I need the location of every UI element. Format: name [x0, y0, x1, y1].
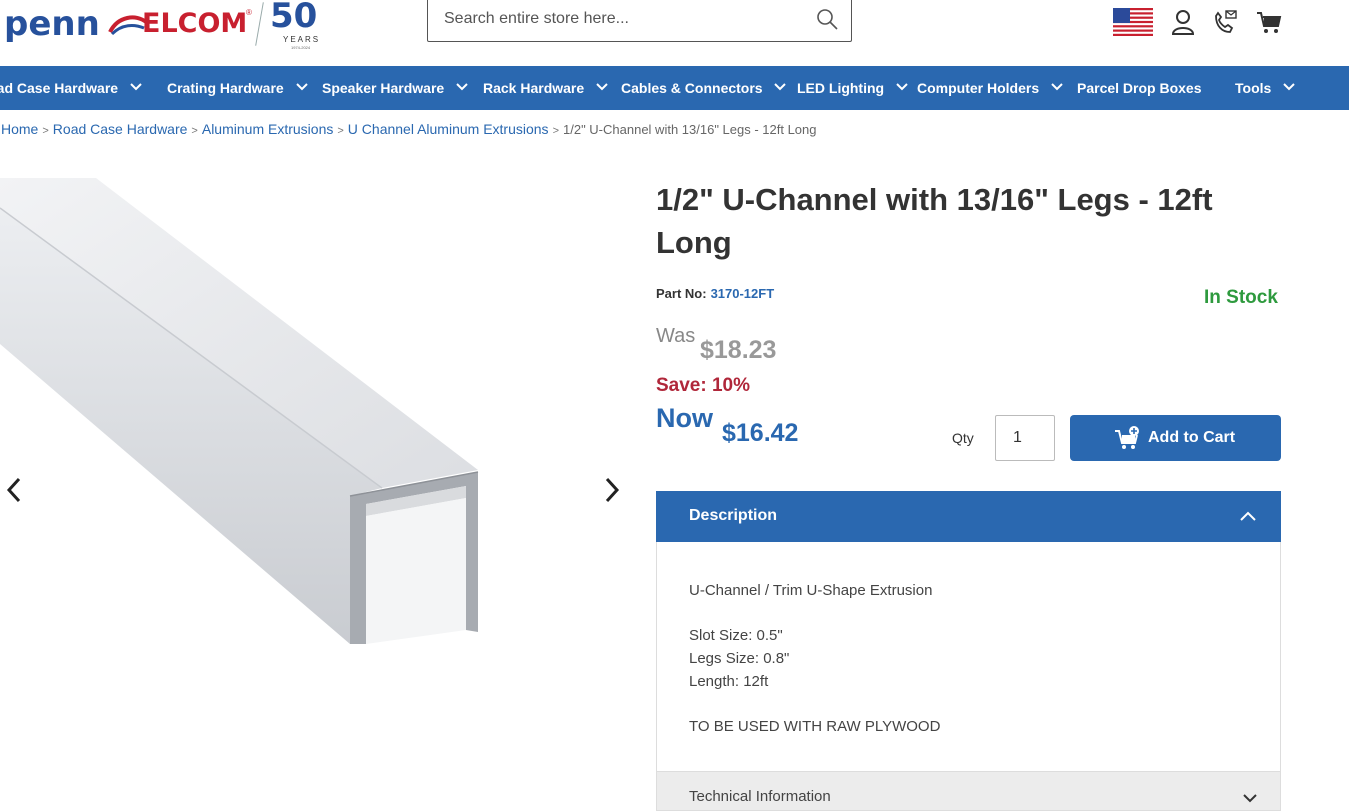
nav-label: Computer Holders	[917, 80, 1040, 96]
qty-label: Qty	[952, 430, 974, 446]
product-image[interactable]	[0, 178, 630, 738]
nav-label: Speaker Hardware	[322, 80, 445, 96]
was-label: Was	[656, 325, 696, 347]
qty-input[interactable]	[995, 415, 1055, 461]
main-nav: Road Case Hardware Crating Hardware Spea…	[0, 66, 1349, 110]
us-flag-icon[interactable]	[1113, 8, 1153, 36]
nav-led-lighting[interactable]: LED Lighting	[797, 66, 908, 110]
part-number: Part No: 3170-12FT	[656, 286, 774, 301]
gallery-next-button[interactable]	[602, 476, 622, 504]
nav-label: Road Case Hardware	[0, 80, 119, 96]
technical-heading: Technical Information	[689, 788, 831, 805]
breadcrumb-current: 1/2" U-Channel with 13/16" Legs - 12ft L…	[563, 122, 817, 137]
chevron-up-icon	[1240, 511, 1256, 521]
part-number-value: 3170-12FT	[710, 286, 775, 301]
brand-logo[interactable]: penn ELCOM ® 50 YEARS 1974-2024	[4, 0, 334, 50]
part-number-label: Part No:	[656, 286, 707, 301]
description-length: Length: 12ft	[689, 673, 769, 690]
chevron-down-icon	[295, 83, 308, 91]
description-note: TO BE USED WITH RAW PLYWOOD	[689, 718, 941, 735]
now-price: $16.42	[722, 419, 799, 447]
description-line: U-Channel / Trim U-Shape Extrusion	[689, 582, 933, 599]
nav-label: Tools	[1235, 80, 1272, 96]
chevron-down-icon	[1243, 794, 1257, 803]
logo-50: 50	[270, 0, 318, 36]
logo-penn-text: penn	[4, 4, 100, 44]
breadcrumb-u-channel[interactable]: U Channel Aluminum Extrusions	[348, 121, 549, 137]
nav-label: Crating Hardware	[167, 80, 284, 96]
breadcrumb: Home > Road Case Hardware > Aluminum Extrusi…	[1, 121, 817, 137]
chevron-down-icon	[456, 83, 468, 91]
breadcrumb-separator: >	[337, 125, 344, 137]
breadcrumb-separator: >	[552, 125, 559, 137]
was-price: $18.23	[700, 336, 777, 364]
nav-crating-hardware[interactable]: Crating Hardware	[167, 66, 308, 110]
search-input[interactable]	[442, 4, 806, 34]
nav-label: Rack Hardware	[483, 80, 585, 96]
breadcrumb-road-case-hardware[interactable]: Road Case Hardware	[53, 121, 188, 137]
nav-road-case-hardware[interactable]: Road Case Hardware	[0, 66, 142, 110]
nav-label: LED Lighting	[797, 80, 885, 96]
chevron-down-icon	[1283, 83, 1295, 91]
gallery-prev-button[interactable]	[4, 476, 24, 504]
logo-reg-mark: ®	[246, 8, 252, 17]
logo-elcom-text: ELCOM	[142, 8, 248, 39]
now-label: Now	[656, 403, 713, 433]
search-icon[interactable]	[815, 7, 839, 31]
logo-years: YEARS	[283, 35, 321, 44]
search-box	[427, 0, 852, 42]
description-legs-size: Legs Size: 0.8"	[689, 650, 790, 667]
nav-cables-connectors[interactable]: Cables & Connectors	[621, 66, 787, 110]
chevron-down-icon	[130, 83, 142, 91]
user-icon[interactable]	[1170, 8, 1196, 36]
breadcrumb-aluminum-extrusions[interactable]: Aluminum Extrusions	[202, 121, 334, 137]
product-title: 1/2" U-Channel with 13/16" Legs - 12ft L…	[656, 182, 1213, 260]
technical-information-header[interactable]: Technical Information	[656, 771, 1281, 811]
cart-plus-icon	[1115, 426, 1139, 449]
nav-parcel-drop-boxes[interactable]: Parcel Drop Boxes	[1077, 66, 1202, 110]
chevron-down-icon	[596, 83, 608, 91]
description-header[interactable]: Description	[656, 491, 1281, 542]
phone-mail-icon[interactable]	[1212, 8, 1238, 36]
nav-rack-hardware[interactable]: Rack Hardware	[483, 66, 608, 110]
chevron-down-icon	[1051, 83, 1063, 91]
cart-icon[interactable]	[1255, 8, 1283, 36]
description-heading: Description	[689, 507, 778, 524]
stock-status: In Stock	[1204, 287, 1278, 308]
chevron-down-icon	[896, 83, 908, 91]
description-panel: Description U-Channel / Trim U-Shape Ext…	[656, 491, 1281, 791]
breadcrumb-separator: >	[191, 125, 198, 137]
save-percent: Save: 10%	[656, 375, 751, 396]
add-to-cart-button[interactable]: Add to Cart	[1070, 415, 1281, 461]
chevron-down-icon	[774, 83, 787, 91]
add-to-cart-label: Add to Cart	[1148, 429, 1236, 446]
logo-years-span: 1974-2024	[291, 45, 311, 50]
nav-computer-holders[interactable]: Computer Holders	[917, 66, 1063, 110]
description-slot-size: Slot Size: 0.5"	[689, 627, 783, 644]
breadcrumb-home[interactable]: Home	[1, 121, 38, 137]
nav-label: Cables & Connectors	[621, 80, 763, 96]
nav-tools[interactable]: Tools	[1235, 66, 1295, 110]
nav-label: Parcel Drop Boxes	[1077, 80, 1202, 96]
description-body: U-Channel / Trim U-Shape Extrusion Slot …	[689, 579, 940, 738]
logo-divider	[255, 2, 264, 46]
breadcrumb-separator: >	[42, 125, 49, 137]
nav-speaker-hardware[interactable]: Speaker Hardware	[322, 66, 468, 110]
